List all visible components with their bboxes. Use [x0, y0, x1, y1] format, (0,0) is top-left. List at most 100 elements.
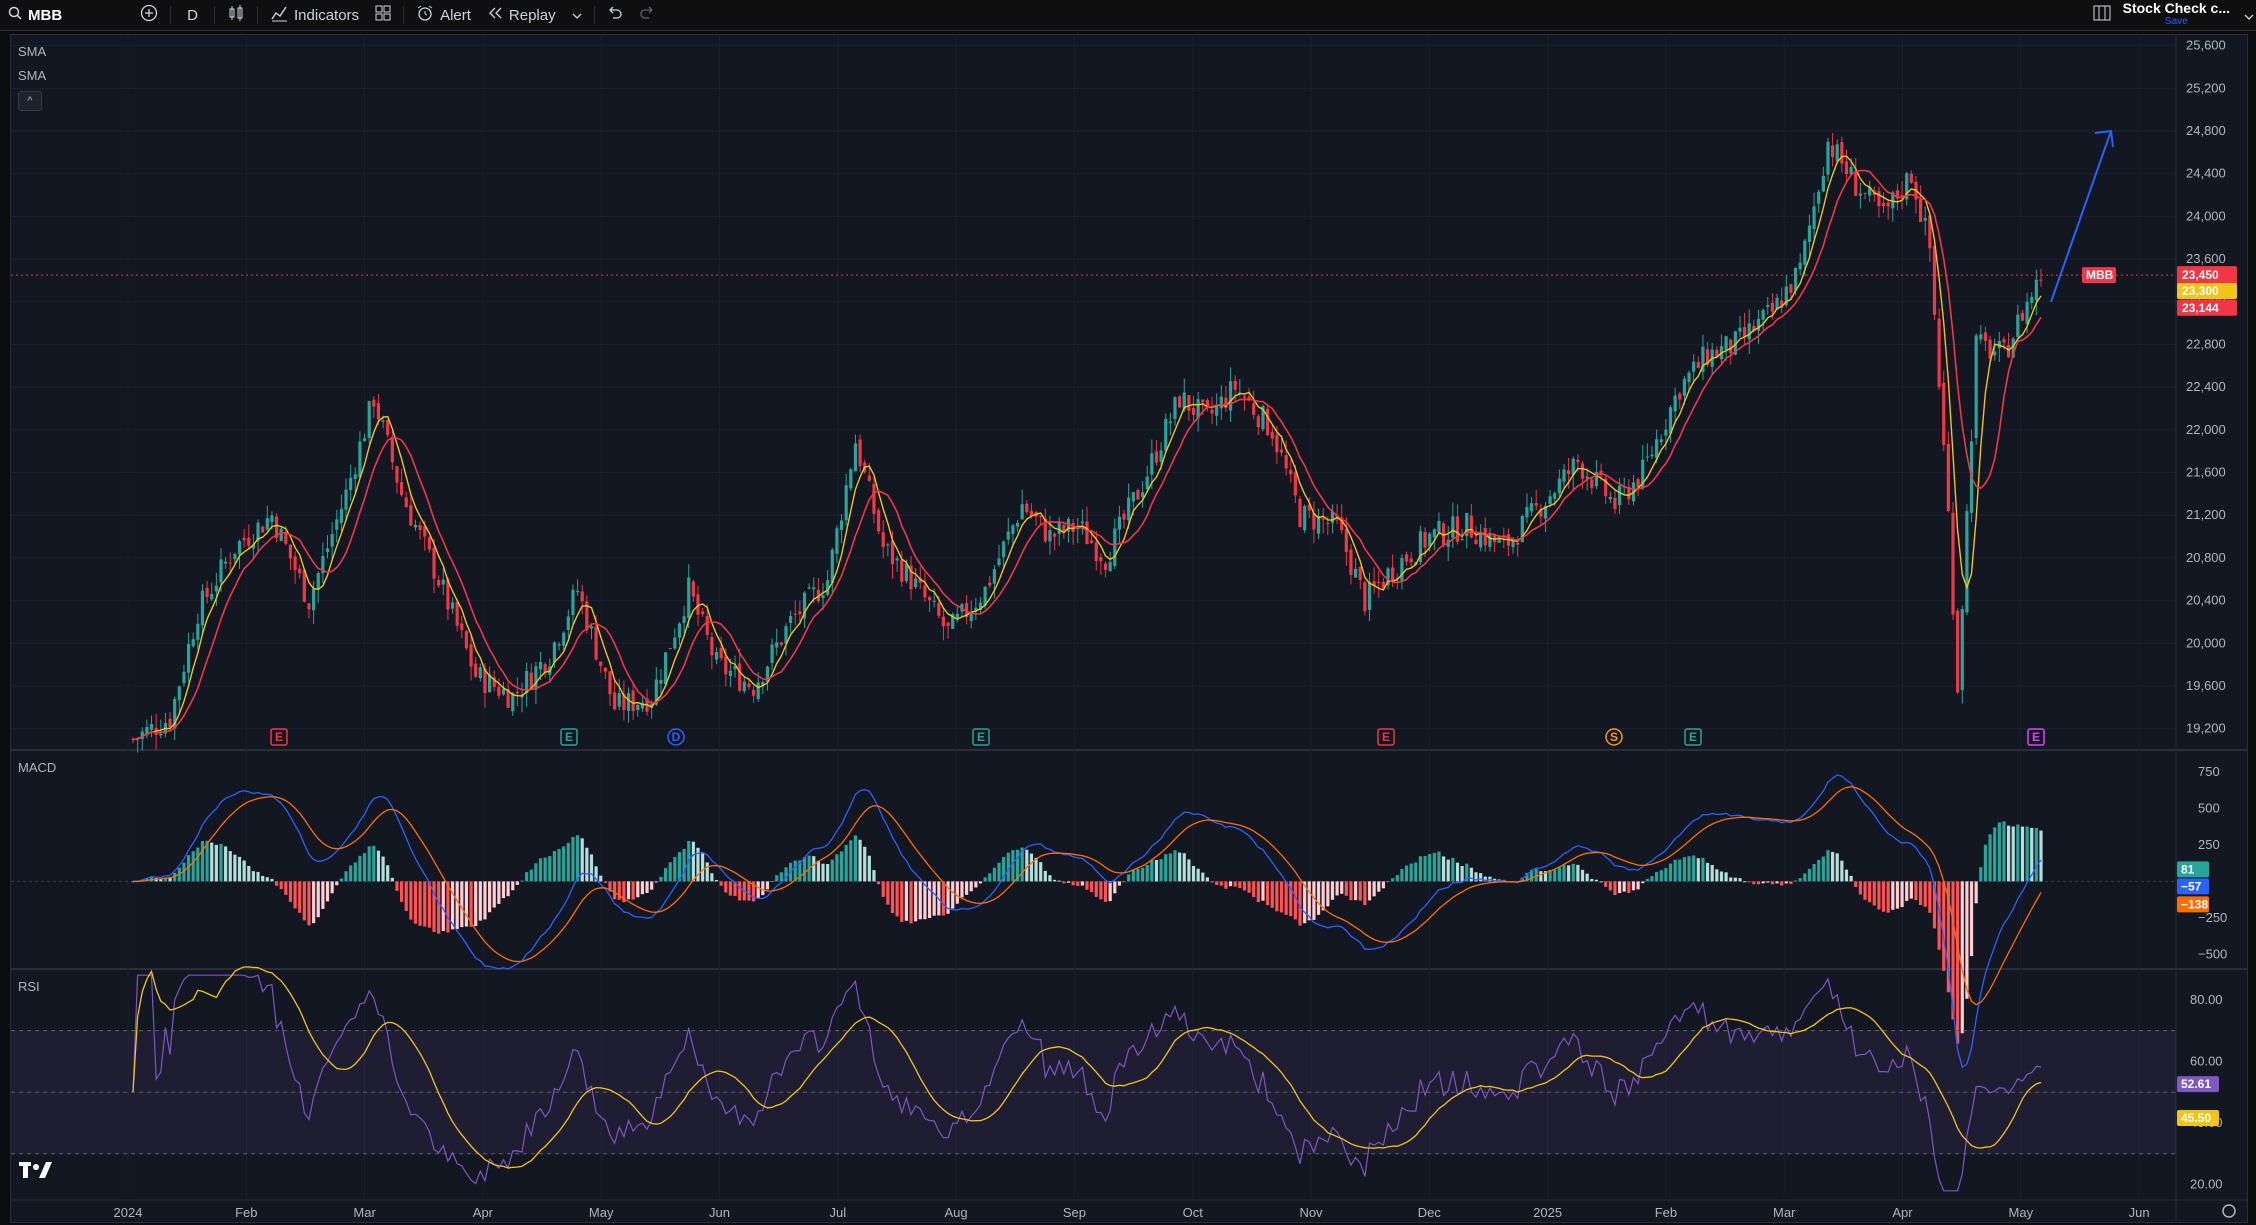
- macd-histogram-bar: [1863, 881, 1867, 900]
- macd-histogram-bar: [1136, 868, 1140, 882]
- candle-body: [1812, 206, 1816, 230]
- macd-histogram-bar: [1391, 878, 1395, 882]
- candle-body: [1793, 267, 1798, 291]
- chart-area[interactable]: 2024 Feb Mar Apr May Jun Jul Aug Sep Oct Nov Dec 202…: [10, 34, 2248, 1223]
- candle-body: [988, 582, 992, 586]
- candle-body: [1316, 515, 1321, 534]
- sma-fast-line[interactable]: [132, 155, 2042, 741]
- macd-histogram-bar: [376, 850, 381, 882]
- candle-body: [1576, 459, 1580, 463]
- macd-histogram-bar: [1719, 871, 1724, 882]
- macd-histogram-bar: [1358, 881, 1362, 901]
- price-axis-label: 21,200: [2186, 507, 2226, 522]
- redo-button[interactable]: [631, 0, 663, 30]
- candle-body: [1289, 469, 1293, 475]
- symbol-search[interactable]: MBB: [0, 0, 70, 30]
- macd-histogram-bar: [1349, 881, 1353, 901]
- macd-histogram-bar: [256, 871, 260, 882]
- layout-save-link[interactable]: Save: [2123, 15, 2230, 28]
- macd-legend[interactable]: MACD: [18, 760, 56, 775]
- templates-button[interactable]: [367, 0, 399, 30]
- compare-button[interactable]: [132, 0, 166, 30]
- candle-body: [571, 589, 575, 616]
- candle-body: [409, 505, 413, 526]
- candle-body: [1548, 496, 1552, 504]
- candle-body: [1191, 408, 1196, 415]
- candle-body: [1159, 450, 1163, 462]
- sma-slow-line[interactable]: [132, 169, 2042, 741]
- candle-body: [2025, 301, 2029, 324]
- signal-value-tag: −138: [2181, 897, 2208, 911]
- alert-button[interactable]: Alert: [408, 0, 479, 30]
- undo-icon: [607, 6, 623, 24]
- undo-button[interactable]: [599, 0, 631, 30]
- candle-body: [1011, 525, 1015, 534]
- candle-body: [1956, 610, 1960, 693]
- candle-body: [1423, 531, 1427, 548]
- candle-body: [1951, 512, 1955, 615]
- macd-histogram-bar: [191, 851, 195, 882]
- macd-histogram-bar: [1164, 854, 1168, 882]
- chart-type-button[interactable]: [219, 0, 253, 30]
- legend-collapse-button[interactable]: ^: [18, 91, 42, 111]
- macd-histogram-bar: [409, 881, 413, 920]
- rsi-legend[interactable]: RSI: [18, 979, 40, 994]
- candle-body: [1354, 568, 1358, 578]
- macd-histogram-bar: [1988, 834, 1992, 882]
- macd-histogram-bar: [603, 881, 607, 883]
- sma-legend-1[interactable]: SMA: [18, 44, 46, 59]
- layout-button[interactable]: Stock Check c... Save: [2085, 0, 2256, 30]
- candle-body: [1803, 240, 1807, 265]
- macd-histogram-bar: [1997, 822, 2001, 882]
- time-axis-label: Oct: [1183, 1205, 1204, 1220]
- sma-legend-2[interactable]: SMA: [18, 68, 46, 83]
- trend-arrow-head[interactable]: [2094, 129, 2114, 148]
- candle-body: [186, 643, 191, 673]
- candle-body: [1293, 472, 1297, 496]
- macd-histogram-bar: [1062, 881, 1066, 884]
- macd-histogram-bar: [691, 841, 695, 882]
- candle-body: [298, 568, 302, 574]
- interval-button[interactable]: D: [175, 0, 210, 30]
- indicators-label: Indicators: [294, 6, 360, 24]
- candle-body: [886, 544, 890, 546]
- macd-histogram-bar: [1228, 881, 1233, 887]
- candle-body: [937, 602, 941, 616]
- event-marker-label: D: [672, 730, 681, 744]
- layout-name: Stock Check c... Save: [2123, 1, 2248, 28]
- candle-body: [1131, 492, 1135, 502]
- candle-body: [927, 597, 932, 601]
- replay-dropdown[interactable]: [564, 0, 590, 30]
- macd-histogram-bar: [1979, 867, 1983, 882]
- candle-body: [1002, 541, 1006, 558]
- macd-histogram-bar: [335, 881, 339, 886]
- candle-body: [636, 704, 640, 711]
- candle-body: [413, 524, 418, 528]
- macd-histogram-bar: [821, 863, 825, 882]
- candle-body: [1659, 439, 1663, 443]
- tradingview-logo[interactable]: [19, 1159, 53, 1187]
- chart-canvas[interactable]: 2024 Feb Mar Apr May Jun Jul Aug Sep Oct Nov Dec 202…: [11, 35, 2247, 1222]
- macd-histogram-bar: [1113, 881, 1117, 894]
- search-icon: [8, 6, 22, 24]
- replay-button[interactable]: Replay: [479, 0, 564, 30]
- macd-histogram-bar: [636, 881, 640, 898]
- macd-histogram-bar: [890, 881, 895, 914]
- macd-histogram-bar: [1488, 876, 1492, 882]
- separator: [257, 6, 259, 24]
- candle-body: [200, 590, 205, 626]
- rsi-axis-label: 80.00: [2190, 992, 2223, 1007]
- candle-body: [1729, 339, 1733, 354]
- candle-body: [1164, 419, 1168, 451]
- macd-histogram-bar: [293, 881, 297, 909]
- candle-body: [1052, 533, 1057, 537]
- candle-body: [1854, 170, 1858, 196]
- macd-histogram-bar: [853, 835, 858, 882]
- candle-body: [1228, 381, 1233, 411]
- candle-body: [279, 528, 283, 542]
- time-axis-label: 2024: [114, 1205, 143, 1220]
- candle-body: [1881, 202, 1886, 207]
- macd-histogram-bar: [224, 846, 228, 882]
- indicators-button[interactable]: Indicators: [262, 0, 367, 30]
- settings-gear-icon[interactable]: [2222, 1204, 2236, 1218]
